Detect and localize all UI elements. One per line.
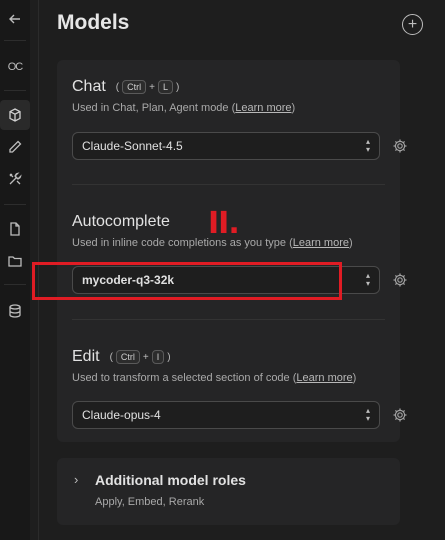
add-model-button[interactable]: +	[402, 14, 423, 35]
openclaw-logo-icon[interactable]: OC	[0, 52, 30, 82]
chat-section: Chat ( Ctrl + L ) Used in Chat, Plan, Ag…	[72, 78, 385, 114]
desc-text: Used in Chat, Plan, Agent mode (	[72, 102, 236, 114]
rail-divider	[4, 204, 26, 205]
chat-title: Chat	[72, 78, 106, 95]
kbd-ctrl: Ctrl	[115, 350, 140, 364]
chevron-updown-icon: ▴ ▾	[365, 271, 370, 288]
edit-model-select[interactable]: Claude-opus-4 ▴ ▾	[72, 401, 380, 429]
annotation-label: II.	[208, 206, 240, 241]
activity-rail: OC	[0, 0, 30, 540]
edit-shortcut: ( Ctrl + I )	[110, 350, 171, 364]
kbd-l: L	[157, 80, 173, 94]
chevron-updown-icon: ▴ ▾	[365, 406, 370, 423]
shortcut-paren: (	[109, 351, 113, 363]
desc-text: Used in inline code completions as you t…	[72, 237, 293, 249]
chat-model-select[interactable]: Claude-Sonnet-4.5 ▴ ▾	[72, 132, 380, 160]
additional-roles-card[interactable]: › Additional model roles Apply, Embed, R…	[57, 458, 400, 525]
models-panel: Models + Chat ( Ctrl + L ) Used in Chat,…	[39, 0, 445, 540]
rail-divider	[4, 284, 26, 285]
desc-text: )	[349, 237, 353, 249]
chevron-updown-icon: ▴ ▾	[365, 137, 370, 154]
gear-icon[interactable]	[392, 272, 408, 288]
models-card: Chat ( Ctrl + L ) Used in Chat, Plan, Ag…	[57, 60, 407, 442]
page-title: Models	[57, 11, 130, 34]
shortcut-plus: +	[149, 81, 155, 93]
shortcut-plus: +	[142, 351, 149, 363]
autocomplete-model-select[interactable]: mycoder-q3-32k ▴ ▾	[72, 266, 380, 294]
edit-description: Used to transform a selected section of …	[72, 372, 385, 384]
tools-icon[interactable]	[0, 164, 30, 194]
chat-shortcut: ( Ctrl + L )	[115, 80, 180, 94]
folder-icon[interactable]	[0, 246, 30, 276]
edit-section: Edit ( Ctrl + I ) Used to transform a se…	[72, 348, 385, 384]
gear-icon[interactable]	[392, 407, 408, 423]
database-icon[interactable]	[0, 296, 30, 326]
section-divider	[72, 184, 385, 185]
kbd-i: I	[151, 350, 165, 364]
edit-title: Edit	[72, 348, 100, 365]
additional-roles-title: Additional model roles	[95, 472, 246, 488]
shortcut-paren: (	[115, 81, 120, 93]
desc-text: Used to transform a selected section of …	[72, 372, 297, 384]
learn-more-link[interactable]: Learn more	[296, 372, 352, 384]
learn-more-link[interactable]: Learn more	[235, 102, 291, 114]
plus-icon: +	[407, 15, 418, 33]
chat-description: Used in Chat, Plan, Agent mode (Learn mo…	[72, 102, 385, 114]
gear-icon[interactable]	[392, 138, 408, 154]
rail-divider	[4, 90, 26, 91]
shortcut-paren: )	[176, 81, 180, 93]
autocomplete-model-value: mycoder-q3-32k	[82, 273, 175, 287]
autocomplete-title: Autocomplete	[72, 213, 170, 230]
edit-model-value: Claude-opus-4	[82, 408, 161, 422]
rail-divider	[4, 40, 26, 41]
desc-text: )	[291, 102, 296, 114]
cube-icon[interactable]	[0, 100, 30, 130]
shortcut-paren: )	[167, 351, 171, 363]
section-divider	[72, 319, 385, 320]
kbd-ctrl: Ctrl	[122, 80, 147, 94]
back-arrow-icon[interactable]	[0, 4, 30, 34]
chevron-right-icon: ›	[74, 472, 79, 487]
learn-more-link[interactable]: Learn more	[293, 237, 349, 249]
file-icon[interactable]	[0, 214, 30, 244]
pencil-icon[interactable]	[0, 132, 30, 162]
desc-text: )	[352, 372, 357, 384]
additional-roles-subtitle: Apply, Embed, Rerank	[95, 496, 205, 508]
chat-model-value: Claude-Sonnet-4.5	[82, 139, 183, 153]
